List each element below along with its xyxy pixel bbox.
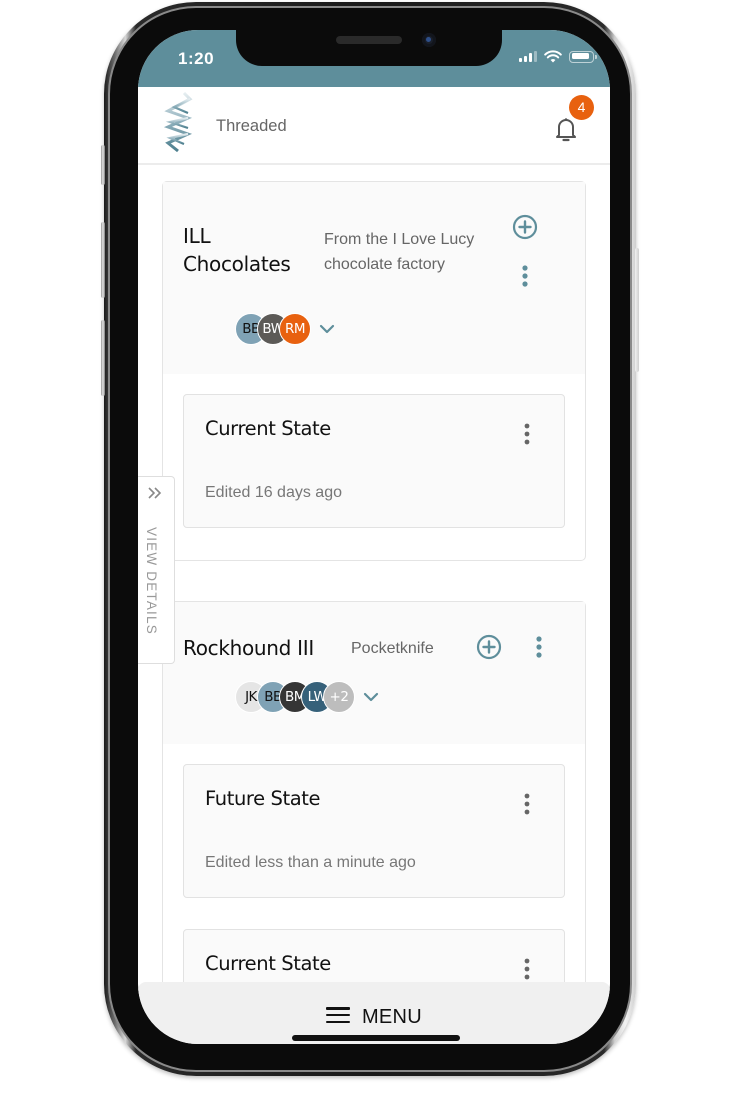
speaker-grille	[336, 36, 402, 44]
status-icons	[519, 50, 597, 63]
bell-icon[interactable]	[553, 115, 579, 143]
document-more-icon[interactable]	[518, 421, 536, 447]
member-avatar[interactable]: +2	[323, 681, 355, 713]
status-time: 1:20	[178, 49, 215, 68]
member-avatars[interactable]: JK BB BM LW +2	[235, 681, 379, 713]
project-name[interactable]: ILL Chocolates	[183, 222, 291, 278]
document-more-icon[interactable]	[518, 956, 536, 982]
document-card[interactable]: Future State Edited less than a minute a…	[183, 764, 565, 898]
project-more-button[interactable]	[515, 262, 535, 290]
double-chevron-right-icon	[148, 487, 162, 499]
project-header: Rockhound III Pocketknife JK BB BM LW +2	[163, 602, 585, 744]
plus-circle-icon	[512, 214, 538, 240]
project-card: ILL Chocolates From the I Love Lucy choc…	[162, 181, 586, 561]
document-card[interactable]: Current State Edited 16 days ago	[183, 394, 565, 528]
document-edited-time: Edited less than a minute ago	[205, 854, 416, 871]
expand-members-chevron-icon[interactable]	[319, 321, 335, 337]
app-header: Threaded 4	[138, 87, 610, 165]
phone-volume-up-button	[101, 222, 105, 298]
project-header: ILL Chocolates From the I Love Lucy choc…	[163, 182, 585, 374]
phone-volume-down-button	[101, 320, 105, 396]
add-document-button[interactable]	[511, 213, 539, 241]
wifi-icon	[544, 50, 562, 63]
document-card[interactable]: Current State	[183, 929, 565, 982]
project-description: Pocketknife	[351, 640, 434, 657]
project-more-button[interactable]	[529, 633, 549, 661]
add-document-button[interactable]	[475, 633, 503, 661]
view-details-label: VIEW DETAILS	[144, 527, 159, 635]
front-camera	[422, 33, 436, 47]
project-list[interactable]: ILL Chocolates From the I Love Lucy choc…	[138, 167, 610, 982]
member-avatar[interactable]: RM	[279, 313, 311, 345]
phone-screen: 1:20 Threaded 4 ILL Chocolates From the …	[138, 30, 610, 1044]
signal-icon	[519, 51, 537, 62]
battery-icon	[569, 50, 597, 63]
menu-label: MENU	[361, 1006, 423, 1028]
document-title: Current State	[205, 417, 331, 440]
threaded-logo-icon[interactable]	[160, 91, 194, 153]
document-title: Future State	[205, 787, 321, 810]
project-description: From the I Love Lucy chocolate factory	[324, 231, 475, 273]
document-edited-time: Edited 16 days ago	[205, 484, 342, 501]
project-name[interactable]: Rockhound III	[183, 634, 314, 662]
notification-badge[interactable]: 4	[569, 95, 594, 120]
document-more-icon[interactable]	[518, 791, 536, 817]
phone-mute-switch	[101, 145, 105, 185]
notch	[236, 30, 502, 66]
member-avatars[interactable]: BB BW RM	[235, 313, 335, 345]
home-indicator[interactable]	[292, 1035, 460, 1041]
app-title: Threaded	[216, 117, 287, 135]
expand-members-chevron-icon[interactable]	[363, 689, 379, 705]
more-vertical-icon	[536, 636, 542, 658]
phone-power-button	[635, 248, 639, 372]
status-bar: 1:20	[138, 30, 610, 87]
hamburger-icon	[325, 1006, 350, 1024]
view-details-tab[interactable]: VIEW DETAILS	[138, 476, 175, 664]
project-card: Rockhound III Pocketknife JK BB BM LW +2 Fut…	[162, 601, 586, 982]
document-title: Current State	[205, 952, 331, 975]
more-vertical-icon	[522, 265, 528, 287]
plus-circle-icon	[476, 634, 502, 660]
